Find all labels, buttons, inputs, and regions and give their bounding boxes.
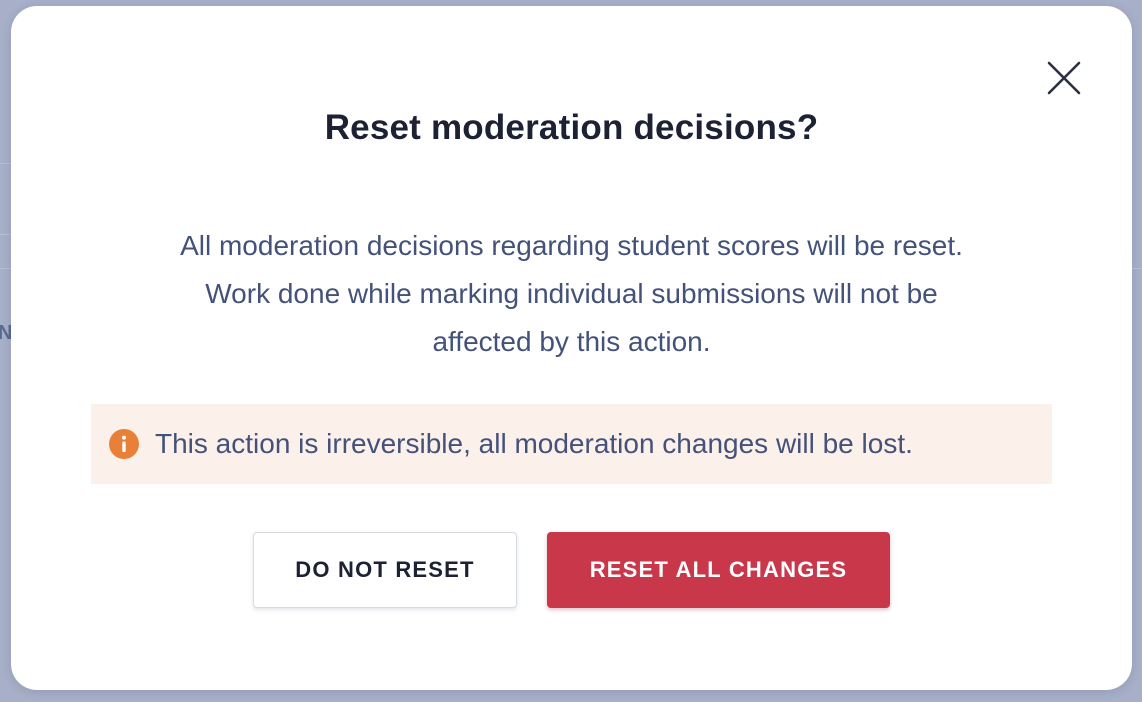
- description-line: All moderation decisions regarding stude…: [180, 230, 963, 261]
- warning-text: This action is irreversible, all moderat…: [155, 428, 913, 459]
- description-line: Work done while marking individual submi…: [205, 278, 938, 309]
- do-not-reset-button[interactable]: DO NOT RESET: [253, 532, 517, 608]
- reset-all-changes-button[interactable]: RESET ALL CHANGES: [547, 532, 890, 608]
- dialog-title: Reset moderation decisions?: [324, 108, 819, 147]
- close-button[interactable]: [1044, 58, 1084, 98]
- reset-moderation-dialog: Reset moderation decisions? All moderati…: [11, 6, 1132, 690]
- warning-banner: This action is irreversible, all moderat…: [91, 404, 1052, 484]
- close-icon: [1047, 61, 1081, 95]
- backdrop-divider: [1131, 268, 1142, 269]
- dialog-description: All moderation decisions regarding stude…: [71, 222, 1072, 366]
- description-line: affected by this action.: [432, 326, 711, 357]
- info-icon: [109, 429, 139, 459]
